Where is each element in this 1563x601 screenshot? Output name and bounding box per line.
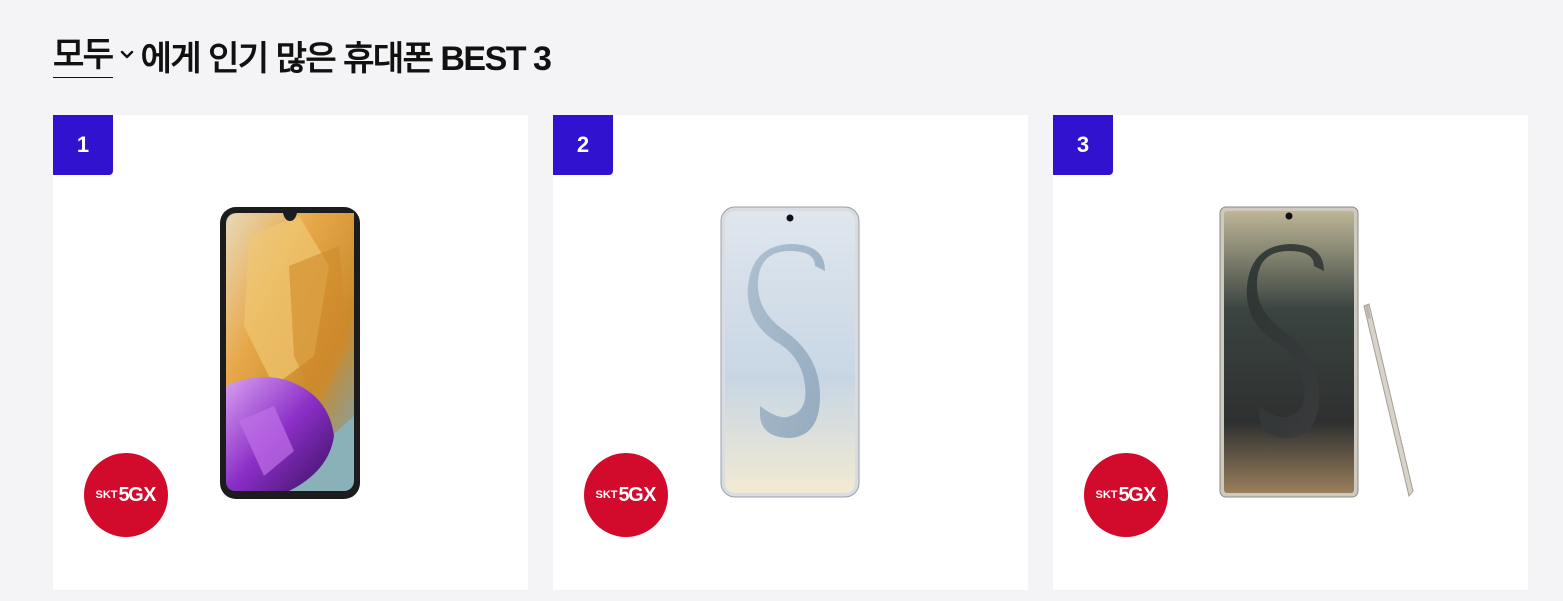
skt-5gx-badge: SKT 5G X bbox=[584, 453, 668, 537]
section-heading: 모두 에게 인기 많은 휴대폰 BEST 3 bbox=[53, 30, 552, 80]
product-card[interactable]: 1 SKT 5G X bbox=[53, 115, 528, 590]
rank-badge: 3 bbox=[1053, 115, 1113, 175]
galaxy-s24-ultra-phone-image[interactable] bbox=[1219, 206, 1415, 500]
audience-dropdown[interactable]: 모두 bbox=[53, 33, 141, 78]
audience-selected-value[interactable]: 모두 bbox=[53, 33, 114, 78]
skt-5gx-badge: SKT 5G X bbox=[1084, 453, 1168, 537]
chevron-down-icon[interactable] bbox=[117, 47, 137, 63]
rank-badge: 1 bbox=[53, 115, 113, 175]
section-title: 에게 인기 많은 휴대폰 BEST 3 bbox=[140, 39, 552, 78]
galaxy-m15-phone-image[interactable] bbox=[219, 206, 361, 500]
skt-5gx-badge: SKT 5G X bbox=[84, 453, 168, 537]
product-card[interactable]: 2 SKT 5G X bbox=[553, 115, 1028, 590]
product-card[interactable]: 3 SKT 5G X bbox=[1053, 115, 1528, 590]
galaxy-s24-phone-image[interactable] bbox=[720, 206, 860, 498]
rank-badge: 2 bbox=[553, 115, 613, 175]
product-card-list: 1 SKT 5G X 2 SKT 5G X 3 SKT 5G X bbox=[53, 115, 1528, 590]
